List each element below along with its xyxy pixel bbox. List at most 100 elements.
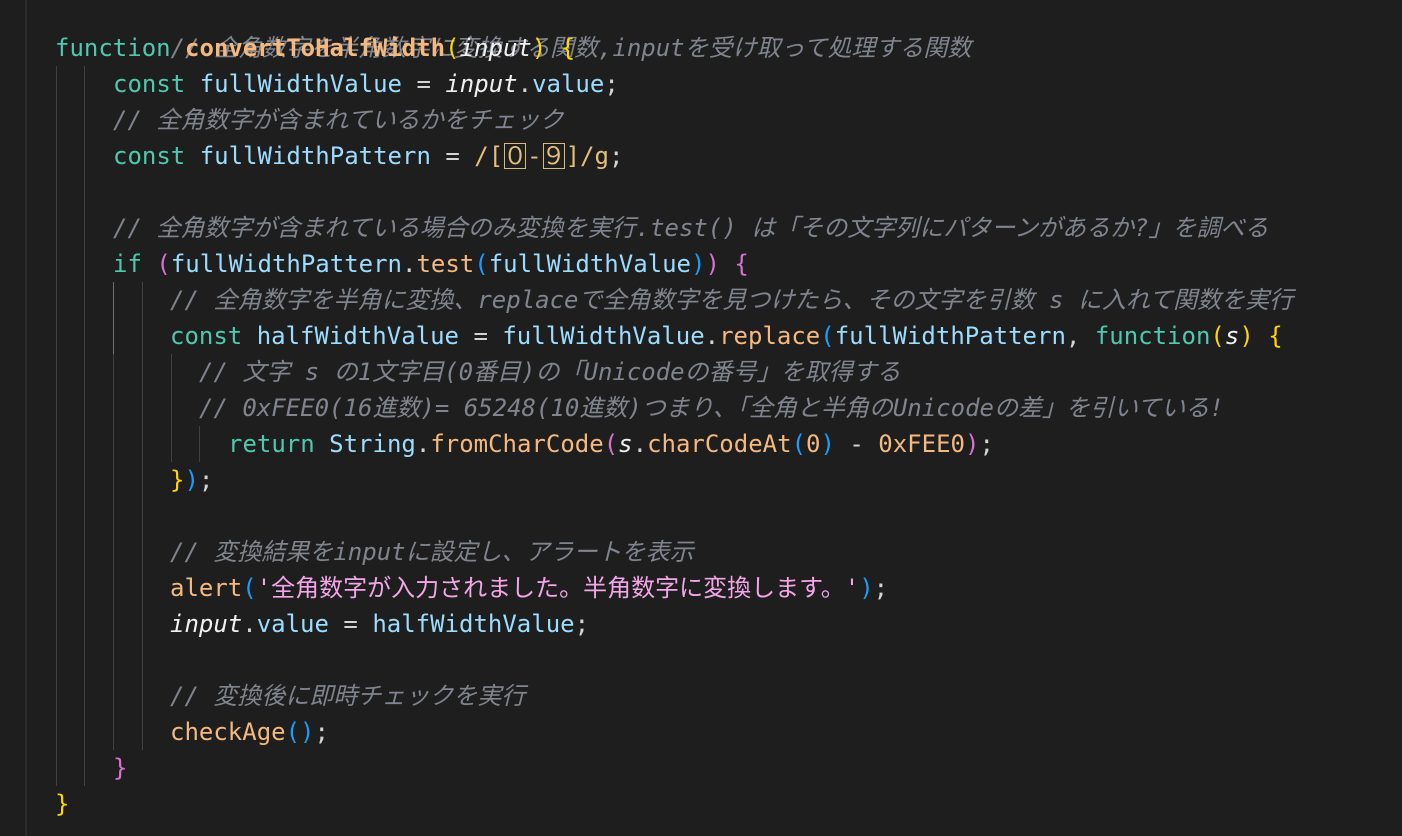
code-line-6[interactable] [0, 174, 1402, 210]
indent-guide [142, 570, 143, 606]
code-line-19[interactable] [0, 642, 1402, 678]
code-line-14[interactable]: }); [0, 462, 1402, 498]
code-line-15[interactable] [0, 498, 1402, 534]
indent-guide [142, 534, 143, 570]
indent-guide [56, 210, 57, 246]
code-line-22[interactable]: } [0, 750, 1402, 786]
indent-guide [56, 606, 57, 642]
number: 0 [806, 430, 821, 458]
variable-name: fullWidthPattern [199, 142, 431, 170]
indent-guide [56, 138, 57, 174]
indent-guide [84, 174, 85, 210]
indent-guide [113, 606, 114, 642]
indent-guide [84, 606, 85, 642]
code-line-18[interactable]: input.value = halfWidthValue; [0, 606, 1402, 642]
code-line-23[interactable]: } [0, 786, 1402, 822]
brace-open: { [560, 34, 576, 62]
property: value [256, 610, 329, 638]
indent-guide [84, 318, 85, 354]
operator: = [459, 322, 503, 350]
code-line-3[interactable]: const fullWidthValue = input.value; [0, 66, 1402, 102]
indent-guide [84, 570, 85, 606]
comment: // 全角数字が含まれているかをチェック [113, 106, 564, 134]
function-call: alert [170, 574, 243, 602]
indent-guide [84, 282, 85, 318]
dot: . [632, 430, 648, 458]
dot: . [242, 610, 257, 638]
indent-guide [84, 750, 85, 786]
code-line-9[interactable]: // 全角数字を半角に変換、replaceで全角数字を見つけたら、その文字を引数… [0, 282, 1402, 318]
code-line-11[interactable]: // 文字 s の1文字目(0番目)の「Unicodeの番号」を取得する [0, 354, 1402, 390]
semicolon: ; [608, 142, 624, 170]
indent-guide [84, 678, 85, 714]
paren-close: ) [691, 250, 706, 278]
paren-open: ( [820, 322, 835, 350]
code-line-12[interactable]: // 0xFEE0(16進数)= 65248(10進数)つまり、「全角と半角のU… [0, 390, 1402, 426]
comma: , [1065, 322, 1095, 350]
variable-ref: fullWidthValue [488, 250, 691, 278]
keyword-const: const [170, 322, 243, 350]
code-line-4[interactable]: // 全角数字が含まれているかをチェック [0, 102, 1402, 138]
brace-close: } [55, 790, 70, 818]
comment: // 全角数字を半角に変換、replaceで全角数字を見つけたら、その文字を引数… [170, 286, 1294, 314]
code-line-20[interactable]: // 変換後に即時チェックを実行 [0, 678, 1402, 714]
param: s [1224, 322, 1240, 350]
indent-guide [56, 714, 57, 750]
indent-guide [56, 282, 57, 318]
indent-guide [113, 678, 114, 714]
indent-guide [56, 246, 57, 282]
comment: // 変換後に即時チェックを実行 [170, 682, 526, 710]
regex-start: /[ [474, 142, 504, 170]
code-line-17[interactable]: alert('全角数字が入力されました。半角数字に変換します。'); [0, 570, 1402, 606]
paren-close: ) [964, 430, 980, 458]
indent-guide [142, 282, 143, 318]
code-line-2[interactable]: function convertToHalfWidth(input) { [0, 30, 1402, 66]
variable-name: halfWidthValue [256, 322, 459, 350]
brace-close: } [170, 466, 185, 494]
indent-guide [56, 750, 57, 786]
indent-guide [142, 354, 143, 390]
indent-guide [56, 426, 57, 462]
param: input [459, 34, 532, 62]
dot: . [402, 250, 417, 278]
indent-guide [84, 102, 85, 138]
indent-guide [84, 66, 85, 102]
indent-guide [84, 246, 85, 282]
code-line-1[interactable]: // 全角数字を半角数字に変換する関数,inputを受け取って処理する関数 [0, 0, 1402, 62]
param-ref: s [618, 430, 633, 458]
operator: - [834, 430, 879, 458]
indent-guide [142, 462, 143, 498]
code-line-5[interactable]: const fullWidthPattern = /[０-９]/g; [0, 138, 1402, 174]
indent-guide [142, 678, 143, 714]
code-line-16[interactable]: // 変換結果をinputに設定し、アラートを表示 [0, 534, 1402, 570]
indent-guide [84, 210, 85, 246]
keyword-function: function [1094, 322, 1211, 350]
keyword-const: const [113, 142, 186, 170]
code-editor[interactable]: // 全角数字を半角数字に変換する関数,inputを受け取って処理する関数 fu… [0, 0, 1402, 836]
function-name: convertToHalfWidth [185, 34, 446, 62]
regex-dash: - [527, 142, 542, 170]
semicolon: ; [574, 610, 590, 638]
code-line-8[interactable]: if (fullWidthPattern.test(fullWidthValue… [0, 246, 1402, 282]
indent-guide [56, 174, 57, 210]
indent-guide [171, 426, 172, 462]
indent-guide [84, 714, 85, 750]
indent-guide [199, 426, 200, 462]
dot: . [704, 322, 720, 350]
paren-open: ( [242, 574, 257, 602]
dot: . [415, 430, 431, 458]
code-line-13[interactable]: return String.fromCharCode(s.charCodeAt(… [0, 426, 1402, 462]
code-line-7[interactable]: // 全角数字が含まれている場合のみ変換を実行.test() は「その文字列にパ… [0, 210, 1402, 246]
code-area[interactable]: // 全角数字を半角数字に変換する関数,inputを受け取って処理する関数 fu… [0, 0, 1402, 822]
param-ref: input [170, 610, 243, 638]
paren-close: ) [531, 34, 547, 62]
paren-close: ) [184, 466, 199, 494]
indent-guide [113, 714, 114, 750]
variable-ref: fullWidthPattern [170, 250, 402, 278]
keyword-return: return [228, 430, 315, 458]
param-ref: input [445, 70, 518, 98]
code-line-21[interactable]: checkAge(); [0, 714, 1402, 750]
regex-char-highlight: ９ [541, 142, 566, 170]
code-line-10[interactable]: const halfWidthValue = fullWidthValue.re… [0, 318, 1402, 354]
brace-open: { [734, 250, 749, 278]
